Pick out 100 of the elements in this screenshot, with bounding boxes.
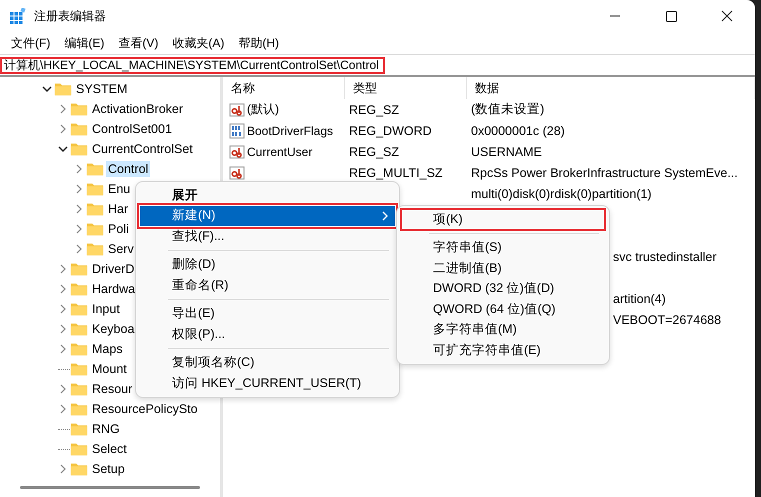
tree-item[interactable]: Setup [90, 461, 127, 477]
tree-item[interactable]: SYSTEM [74, 81, 130, 97]
folder-icon [86, 181, 104, 197]
menu-item[interactable]: 字符串值(S) [401, 238, 605, 258]
menu-item[interactable]: 权限(P)... [140, 324, 395, 344]
menu-item[interactable]: 导出(E) [140, 304, 395, 324]
value-type: REG_MULTI_SZ [349, 166, 443, 180]
menu-bar-item[interactable]: 收藏夹(A) [165, 34, 232, 52]
chevron-icon [381, 210, 389, 221]
folder-icon [70, 341, 88, 357]
expand-chevron-icon[interactable] [74, 164, 84, 174]
value-type: REG_DWORD [349, 124, 432, 138]
expand-chevron-icon[interactable] [74, 184, 84, 194]
folder-icon [70, 261, 88, 277]
value-name: (默认) [247, 101, 279, 118]
expand-chevron-icon[interactable] [74, 204, 84, 214]
value-data: RpcSs Power BrokerInfrastructure SystemEve... [471, 166, 738, 180]
value-data: VEBOOT=2674688 [613, 312, 722, 326]
collapse-chevron-icon[interactable] [58, 144, 68, 154]
folder-icon [70, 141, 88, 157]
folder-icon [70, 281, 88, 297]
value-name: BootDriverFlags [247, 124, 334, 138]
folder-icon [86, 241, 104, 257]
menu-item[interactable]: 复制项名称(C) [140, 352, 395, 373]
tree-item[interactable]: Enu [106, 181, 132, 197]
value-data: (数值未设置) [471, 102, 544, 116]
folder-icon [70, 421, 88, 437]
expand-chevron-icon[interactable] [58, 264, 68, 274]
expand-chevron-icon[interactable] [74, 244, 84, 254]
value-data: 0x0000001c (28) [471, 124, 565, 138]
value-type: REG_SZ [349, 102, 400, 116]
folder-icon [70, 461, 88, 477]
column-header[interactable]: 类型 [345, 77, 467, 99]
registry-editor-icon [10, 8, 26, 24]
menu-item[interactable]: 项(K) [401, 209, 605, 230]
tree-item[interactable]: ActivationBroker [90, 101, 186, 117]
expand-chevron-icon[interactable] [58, 344, 68, 354]
menu-item[interactable]: 可扩充字符串值(E) [401, 340, 605, 360]
window-title: 注册表编辑器 [34, 8, 106, 24]
menu-item[interactable]: 展开 [140, 185, 395, 206]
folder-icon [70, 361, 88, 377]
column-header[interactable]: 名称 [223, 77, 345, 99]
tree-item[interactable]: Input [90, 301, 122, 317]
menu-bar-item[interactable]: 查看(V) [111, 34, 166, 52]
value-name: CurrentUser [247, 144, 312, 158]
string-value-icon [229, 102, 245, 118]
menu-item[interactable]: 重命名(R) [140, 275, 395, 296]
folder-icon [70, 401, 88, 417]
folder-icon [86, 161, 104, 177]
menu-item[interactable]: DWORD (32 位)值(D) [401, 278, 605, 299]
expand-chevron-icon[interactable] [58, 464, 68, 474]
value-data: multi(0)disk(0)rdisk(0)partition(1) [471, 186, 652, 200]
menu-item[interactable]: 删除(D) [140, 254, 395, 275]
tree-item[interactable]: Control [106, 161, 150, 177]
column-header[interactable]: 数据 [467, 77, 755, 99]
tree-item[interactable]: CurrentControlSet [90, 141, 195, 157]
menu-item[interactable]: 新建(N) [140, 206, 395, 226]
tree-item[interactable]: Poli [106, 221, 131, 237]
tree-item[interactable]: Serv [106, 241, 136, 257]
tree-item[interactable]: RNG [90, 421, 122, 437]
folder-icon [86, 201, 104, 217]
tree-item[interactable]: Mount [90, 361, 129, 377]
value-type: REG_SZ [349, 144, 400, 158]
address-field[interactable]: 计算机\HKEY_LOCAL_MACHINE\SYSTEM\CurrentControlSet\Control [0, 56, 385, 74]
value-data: USERNAME [471, 144, 542, 158]
menu-item[interactable]: 访问 HKEY_CURRENT_USER(T) [140, 373, 395, 394]
menu-item[interactable]: 二进制值(B) [401, 258, 605, 278]
expand-chevron-icon[interactable] [58, 104, 68, 114]
tree-item[interactable]: Hardwa [90, 281, 138, 297]
expand-chevron-icon[interactable] [58, 284, 68, 294]
folder-icon [70, 321, 88, 337]
tree-item[interactable]: Select [90, 441, 129, 457]
folder-icon [70, 441, 88, 457]
value-data: svc trustedinstaller [613, 250, 717, 264]
tree-item[interactable]: Har [106, 201, 130, 217]
binary-value-icon [229, 122, 245, 138]
scrollbar-thumb[interactable] [20, 486, 200, 489]
tree-item[interactable]: DriverD [90, 261, 136, 277]
folder-icon [86, 221, 104, 237]
menu-item[interactable]: 查找(F)... [140, 226, 395, 246]
menu-item[interactable]: 多字符串值(M) [401, 320, 605, 340]
menu-item[interactable]: QWORD (64 位)值(Q) [401, 299, 605, 320]
menu-bar-item[interactable]: 编辑(E) [57, 34, 112, 52]
menu-bar-item[interactable]: 文件(F) [4, 34, 58, 52]
expand-chevron-icon[interactable] [58, 324, 68, 334]
expand-chevron-icon[interactable] [74, 224, 84, 234]
expand-chevron-icon[interactable] [58, 384, 68, 394]
tree-item[interactable]: Resour [90, 381, 134, 397]
collapse-chevron-icon[interactable] [42, 84, 52, 94]
folder-icon [70, 301, 88, 317]
tree-item[interactable]: Maps [90, 341, 125, 357]
folder-icon [70, 381, 88, 397]
tree-item[interactable]: ResourcePolicySto [90, 401, 200, 417]
expand-chevron-icon[interactable] [58, 404, 68, 414]
expand-chevron-icon[interactable] [58, 124, 68, 134]
folder-icon [70, 101, 88, 117]
tree-item[interactable]: ControlSet001 [90, 121, 174, 137]
menu-bar-item[interactable]: 帮助(H) [231, 34, 286, 52]
expand-chevron-icon[interactable] [58, 304, 68, 314]
tree-item[interactable]: Keyboa [90, 321, 136, 337]
